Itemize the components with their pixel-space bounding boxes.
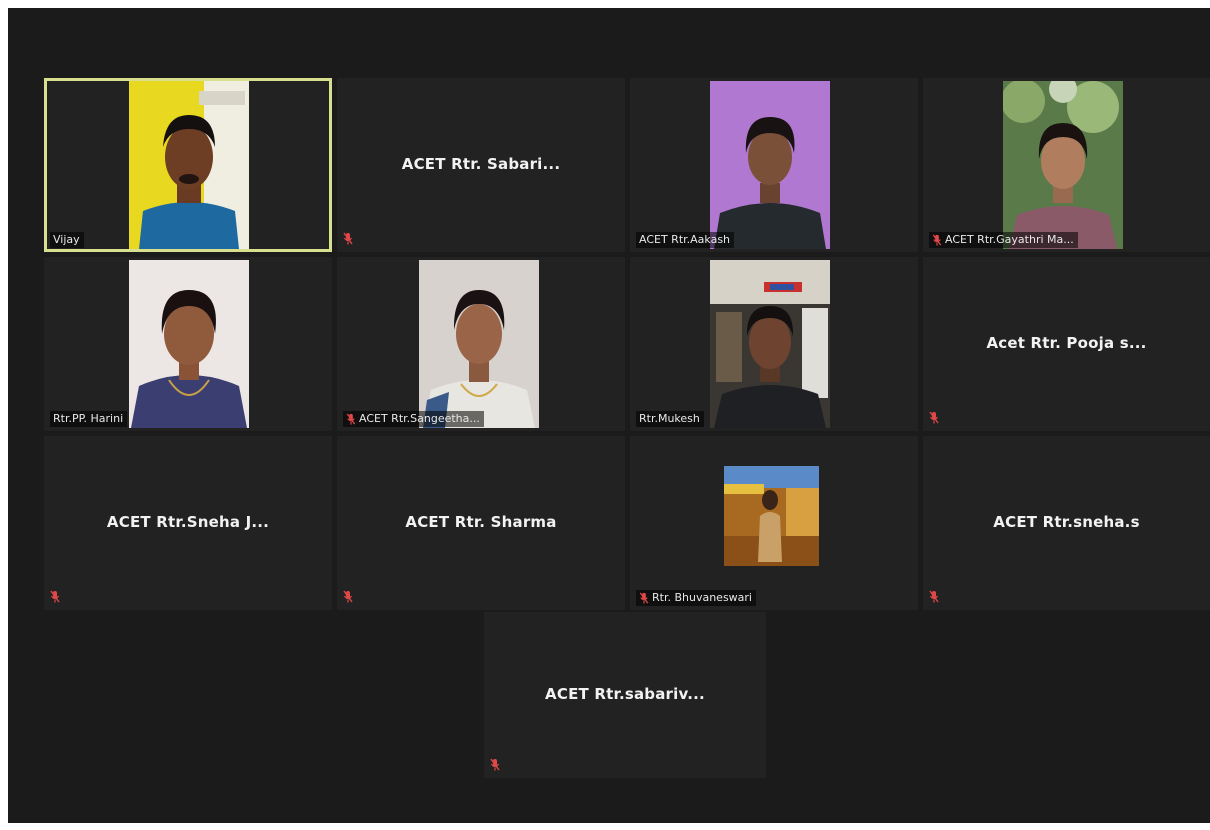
participant-name: Rtr.PP. Harini — [53, 412, 124, 425]
participant-name: Rtr. Bhuvaneswari — [652, 591, 752, 604]
participant-tile-bhuvaneswari[interactable]: Rtr. Bhuvaneswari — [630, 436, 918, 610]
participant-name: ACET Rtr.Sangeetha... — [359, 412, 480, 425]
participant-tile-sneha-s[interactable]: ACET Rtr.sneha.s — [923, 436, 1210, 610]
participant-tile-sneha-j[interactable]: ACET Rtr.Sneha J... — [44, 436, 332, 610]
muted-mic-icon — [929, 590, 939, 603]
participant-video-aakash — [710, 81, 830, 249]
muted-mic-icon — [50, 590, 60, 603]
participant-name: Vijay — [53, 233, 80, 246]
muted-mic-icon — [490, 758, 500, 771]
participant-label-bhuvaneswari: Rtr. Bhuvaneswari — [636, 590, 756, 606]
video-feed — [129, 260, 249, 428]
participant-tile-sabariv[interactable]: ACET Rtr.sabariv... — [484, 612, 766, 778]
participant-name: ACET Rtr.Aakash — [639, 233, 731, 246]
participant-display-name: ACET Rtr. Sharma — [405, 513, 557, 532]
participant-tile-harini[interactable]: Rtr.PP. Harini — [44, 257, 332, 431]
muted-mic-icon — [343, 590, 353, 603]
video-feed — [710, 260, 830, 428]
participant-label-mukesh: Rtr.Mukesh — [636, 411, 704, 427]
participant-video-sangeetha — [419, 260, 539, 428]
participant-tile-sangeetha[interactable]: ACET Rtr.Sangeetha... — [337, 257, 625, 431]
participant-label-aakash: ACET Rtr.Aakash — [636, 232, 735, 248]
video-feed — [419, 260, 539, 428]
participant-tile-sabari[interactable]: ACET Rtr. Sabari... — [337, 78, 625, 252]
participant-label-sangeetha: ACET Rtr.Sangeetha... — [343, 411, 484, 427]
participant-display-name: ACET Rtr.Sneha J... — [106, 513, 270, 532]
video-gallery: Vijay ACET Rtr. Sabari... ACET Rtr.Aakas… — [8, 8, 1210, 823]
participant-tile-mukesh[interactable]: Rtr.Mukesh — [630, 257, 918, 431]
video-feed — [724, 466, 819, 566]
participant-video-harini — [129, 260, 249, 428]
video-feed — [129, 81, 249, 249]
participant-display-name: Acet Rtr. Pooja s... — [986, 334, 1147, 353]
muted-mic-icon — [932, 234, 942, 246]
participant-display-name: ACET Rtr.sabariv... — [545, 685, 705, 704]
participant-display-name: ACET Rtr. Sabari... — [401, 155, 561, 174]
muted-mic-icon — [639, 592, 649, 604]
participant-tile-gayathri[interactable]: ACET Rtr.Gayathri Ma... — [923, 78, 1210, 252]
muted-mic-icon — [929, 411, 939, 424]
participant-label-gayathri: ACET Rtr.Gayathri Ma... — [929, 232, 1078, 248]
participant-name: ACET Rtr.Gayathri Ma... — [945, 233, 1074, 246]
video-feed — [710, 81, 830, 249]
participant-label-vijay: Vijay — [50, 232, 84, 248]
participant-video-mukesh — [710, 260, 830, 428]
participant-tile-sharma[interactable]: ACET Rtr. Sharma — [337, 436, 625, 610]
muted-mic-icon — [346, 413, 356, 425]
participant-name: Rtr.Mukesh — [639, 412, 700, 425]
participant-display-name: ACET Rtr.sneha.s — [993, 513, 1140, 532]
participant-tile-aakash[interactable]: ACET Rtr.Aakash — [630, 78, 918, 252]
participant-label-harini: Rtr.PP. Harini — [50, 411, 128, 427]
participant-tile-vijay[interactable]: Vijay — [44, 78, 332, 252]
participant-video-bhuvaneswari — [724, 466, 819, 566]
participant-video-gayathri — [1003, 81, 1123, 249]
participant-video-vijay — [129, 81, 249, 249]
participant-tile-pooja[interactable]: Acet Rtr. Pooja s... — [923, 257, 1210, 431]
muted-mic-icon — [343, 232, 353, 245]
video-feed — [1003, 81, 1123, 249]
